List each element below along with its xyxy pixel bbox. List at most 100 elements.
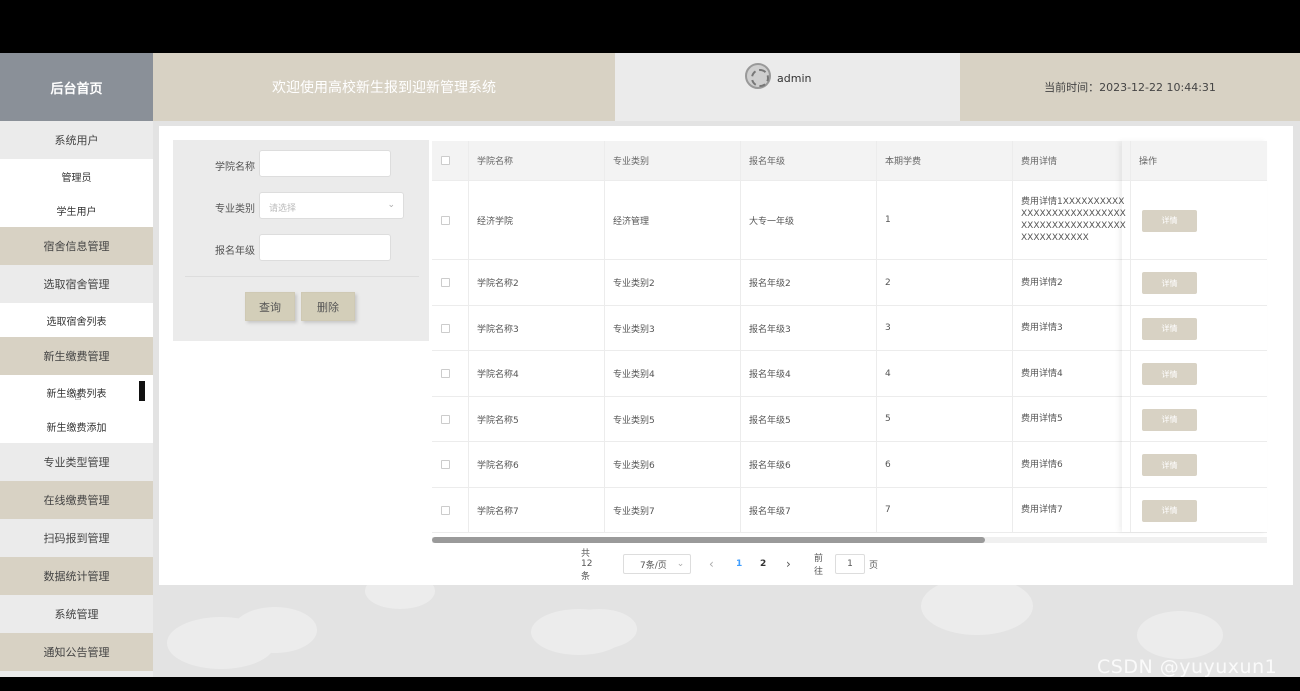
grade-input[interactable]: [259, 234, 391, 261]
select-all-checkbox[interactable]: [441, 156, 450, 165]
goto-page-input[interactable]: 1: [835, 554, 865, 574]
sidebar-subitem[interactable]: 选取宿舍列表: [0, 303, 153, 337]
scrollbar-thumb[interactable]: [432, 537, 985, 543]
sidebar-subitem[interactable]: 新生缴费添加: [0, 409, 153, 443]
watermark: CSDN @yuyuxun1: [1097, 656, 1278, 678]
main-content: 学院名称 专业类别 请选择 ⌄ 报名年级 查询 删除 学院名称专业类别报名年级 本…: [153, 121, 1300, 677]
row-checkbox[interactable]: [441, 460, 450, 469]
hand-cursor-icon: ☝: [74, 389, 82, 404]
table-cell: 费用详情4: [1012, 351, 1130, 396]
header: 后台首页 欢迎使用高校新生报到迎新管理系统 admin 当前时间： 2023-1…: [0, 53, 1300, 121]
sidebar-menu[interactable]: 扫码报到管理: [0, 519, 153, 557]
horizontal-scrollbar[interactable]: [432, 537, 1267, 543]
avatar[interactable]: [745, 63, 771, 89]
table-cell: 报名年级6: [740, 442, 876, 487]
table-cell: 报名年级7: [740, 488, 876, 532]
major-placeholder: 请选择: [269, 204, 297, 214]
sidebar-item-label: 学生用户: [56, 206, 97, 218]
table-cell: 报名年级3: [740, 306, 876, 350]
goto-label: 前往: [814, 554, 824, 577]
bottom-black-bar: [0, 677, 1300, 691]
top-black-bar: [0, 0, 1300, 53]
table-cell: 报名年级5: [740, 397, 876, 441]
time-label: 当前时间：: [1044, 81, 1100, 94]
row-checkbox[interactable]: [441, 278, 450, 287]
row-checkbox[interactable]: [441, 369, 450, 378]
sidebar-menu[interactable]: 专业类型管理: [0, 443, 153, 481]
table-cell: 学院名称6: [468, 442, 604, 487]
table-cell: 学院名称7: [468, 488, 604, 532]
sidebar-menu[interactable]: 宿舍信息管理: [0, 227, 153, 265]
next-page-button[interactable]: ›: [786, 554, 791, 574]
username: admin: [777, 72, 812, 85]
chevron-down-icon: ⌄: [676, 559, 685, 569]
sidebar-menu[interactable]: 选取宿舍管理: [0, 265, 153, 303]
table-cell: 费用详情3: [1012, 306, 1130, 350]
row-checkbox[interactable]: [441, 215, 450, 225]
sidebar-item-label: 扫码报到管理: [43, 532, 110, 545]
delete-button[interactable]: 删除: [301, 292, 355, 321]
table-cell: 7: [876, 488, 1012, 532]
table-cell: 专业类别3: [604, 306, 740, 350]
row-checkbox[interactable]: [441, 323, 450, 333]
page-size-value: 7条/页: [640, 560, 667, 571]
fixed-column-shadow: [1122, 141, 1267, 532]
chevron-down-icon: ⌄: [387, 200, 395, 210]
sidebar-menu[interactable]: 通知公告管理: [0, 633, 153, 671]
background-bubble: [233, 607, 317, 653]
list-panel: 学院名称 专业类别 请选择 ⌄ 报名年级 查询 删除 学院名称专业类别报名年级 本…: [159, 126, 1293, 585]
sidebar-item-label: 系统用户: [54, 134, 99, 147]
grade-label: 报名年级: [215, 246, 255, 257]
table-cell: 3: [876, 306, 1012, 350]
query-button[interactable]: 查询: [245, 292, 295, 321]
sidebar-subitem[interactable]: 管理员: [0, 159, 153, 193]
search-form: 学院名称 专业类别 请选择 ⌄ 报名年级 查询 删除: [173, 140, 429, 341]
major-label: 专业类别: [215, 204, 255, 215]
sidebar-item-label: 选取宿舍列表: [46, 316, 107, 328]
table-cell: 大专一年级: [740, 181, 876, 259]
sidebar-menu[interactable]: 新生缴费管理: [0, 337, 153, 375]
page-1-button[interactable]: 1: [736, 554, 742, 574]
major-select[interactable]: 请选择 ⌄: [259, 192, 404, 219]
total-count: 共 12 条: [581, 549, 593, 582]
table-cell: 费用详情7: [1012, 488, 1130, 532]
table-cell: 费用详情5: [1012, 397, 1130, 441]
background-bubble: [921, 577, 1033, 635]
sidebar-subitem[interactable]: 学生用户: [0, 193, 153, 227]
sidebar-subitem[interactable]: 新生缴费列表 ☝: [0, 375, 153, 409]
sidebar-item-label: 管理员: [61, 172, 92, 184]
sidebar-item-label: 专业类型管理: [43, 456, 110, 469]
sidebar-menu[interactable]: 数据统计管理: [0, 557, 153, 595]
table-cell: 学院名称5: [468, 397, 604, 441]
table-cell: 学院名称2: [468, 260, 604, 305]
row-checkbox[interactable]: [441, 414, 450, 424]
table-cell: 专业类别7: [604, 488, 740, 532]
home-link[interactable]: 后台首页: [0, 53, 153, 121]
page-size-select[interactable]: 7条/页 ⌄: [623, 554, 691, 574]
column-header: 学院名称: [468, 141, 604, 180]
column-header: 费用详情: [1012, 141, 1130, 180]
column-header: 本期学费: [876, 141, 1012, 180]
sidebar-item-label: 数据统计管理: [43, 570, 110, 583]
college-input[interactable]: [259, 150, 391, 177]
background-bubble: [561, 609, 637, 649]
college-label: 学院名称: [215, 162, 255, 173]
table-cell: 学院名称4: [468, 351, 604, 396]
table-cell: 2: [876, 260, 1012, 305]
sidebar-menu[interactable]: 系统用户: [0, 121, 153, 159]
table-cell: 专业类别4: [604, 351, 740, 396]
page-2-button[interactable]: 2: [760, 554, 766, 574]
prev-page-button[interactable]: ‹: [709, 554, 714, 574]
form-divider: [185, 276, 419, 277]
table-cell: 4: [876, 351, 1012, 396]
table-cell: 5: [876, 397, 1012, 441]
sidebar-menu[interactable]: 在线缴费管理: [0, 481, 153, 519]
page-suffix: 页: [869, 560, 879, 571]
table-cell: 报名年级2: [740, 260, 876, 305]
sidebar: 系统用户管理员学生用户宿舍信息管理 选取宿舍管理选取宿舍列表新生缴费管理 新生缴费列…: [0, 121, 153, 677]
sidebar-menu[interactable]: 系统管理: [0, 595, 153, 633]
sidebar-item-label: 系统管理: [54, 608, 99, 621]
row-checkbox[interactable]: [441, 505, 450, 515]
table-cell: 费用详情1XXXXXXXXXXXXXXXXXXXXXXXXXXXXXXXXXXX…: [1012, 181, 1130, 259]
table-cell: 费用详情2: [1012, 260, 1130, 305]
